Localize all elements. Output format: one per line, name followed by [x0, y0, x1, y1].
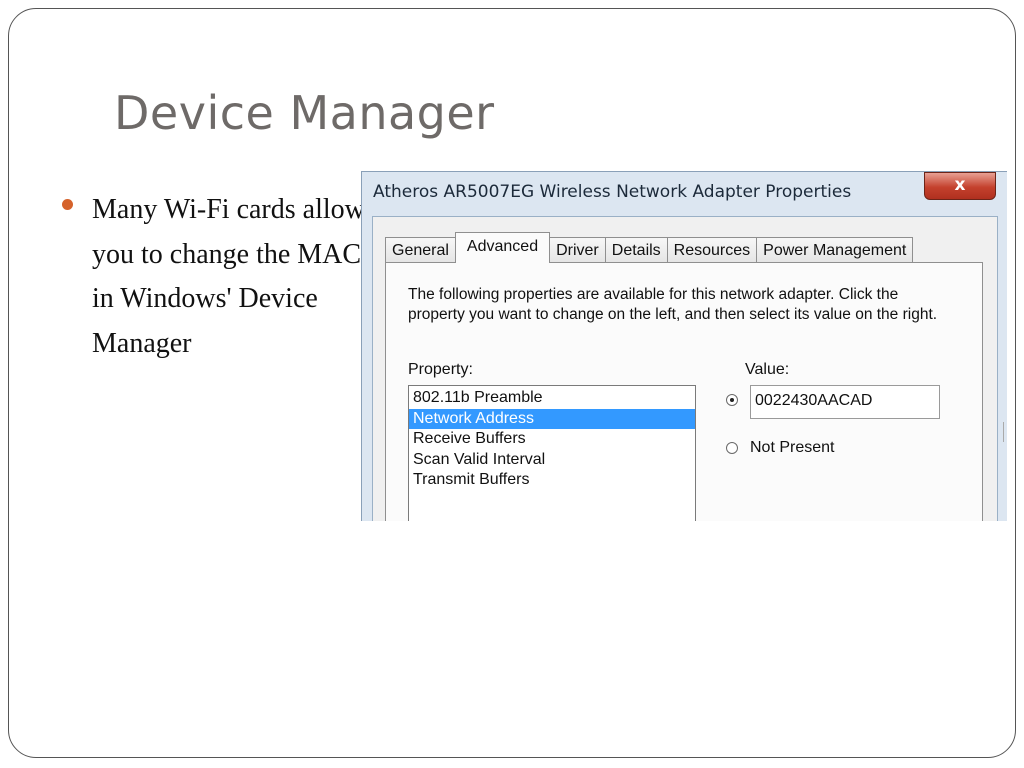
tab-general[interactable]: General	[385, 237, 456, 263]
list-item[interactable]: Scan Valid Interval	[409, 450, 695, 471]
bullet-dot-icon	[62, 199, 73, 210]
slide-title: Device Manager	[114, 86, 495, 140]
close-button[interactable]: x	[924, 172, 996, 200]
list-item[interactable]: 802.11b Preamble	[409, 388, 695, 409]
tab-resources[interactable]: Resources	[666, 237, 758, 263]
property-list[interactable]: 802.11b Preamble Network Address Receive…	[408, 385, 696, 521]
dialog-body: General Advanced Driver Details Resource…	[372, 216, 1004, 521]
tab-advanced[interactable]: Advanced	[454, 232, 551, 263]
value-input[interactable]: 0022430AACAD	[750, 385, 940, 419]
scrollbar-edge	[1003, 422, 1007, 442]
tab-details[interactable]: Details	[604, 237, 668, 263]
close-icon: x	[954, 175, 966, 195]
tab-power-management[interactable]: Power Management	[756, 237, 914, 263]
value-label: Value:	[745, 361, 790, 378]
dialog-title: Atheros AR5007EG Wireless Network Adapte…	[373, 182, 852, 202]
property-label: Property:	[408, 361, 473, 378]
list-item-selected[interactable]: Network Address	[409, 408, 695, 429]
value-radio-button[interactable]	[726, 394, 738, 406]
advanced-panel: The following properties are available f…	[385, 262, 983, 521]
not-present-radio-button[interactable]	[726, 442, 738, 454]
panel-description: The following properties are available f…	[408, 286, 938, 323]
list-item[interactable]: Receive Buffers	[409, 429, 695, 450]
bullet-text: Many Wi-Fi cards allow you to change the…	[92, 194, 365, 359]
tab-driver[interactable]: Driver	[549, 237, 606, 263]
tab-strip: General Advanced Driver Details Resource…	[385, 232, 914, 263]
dialog-screenshot: Atheros AR5007EG Wireless Network Adapte…	[361, 171, 1007, 521]
list-item[interactable]: Transmit Buffers	[409, 470, 695, 491]
not-present-label[interactable]: Not Present	[750, 439, 834, 457]
